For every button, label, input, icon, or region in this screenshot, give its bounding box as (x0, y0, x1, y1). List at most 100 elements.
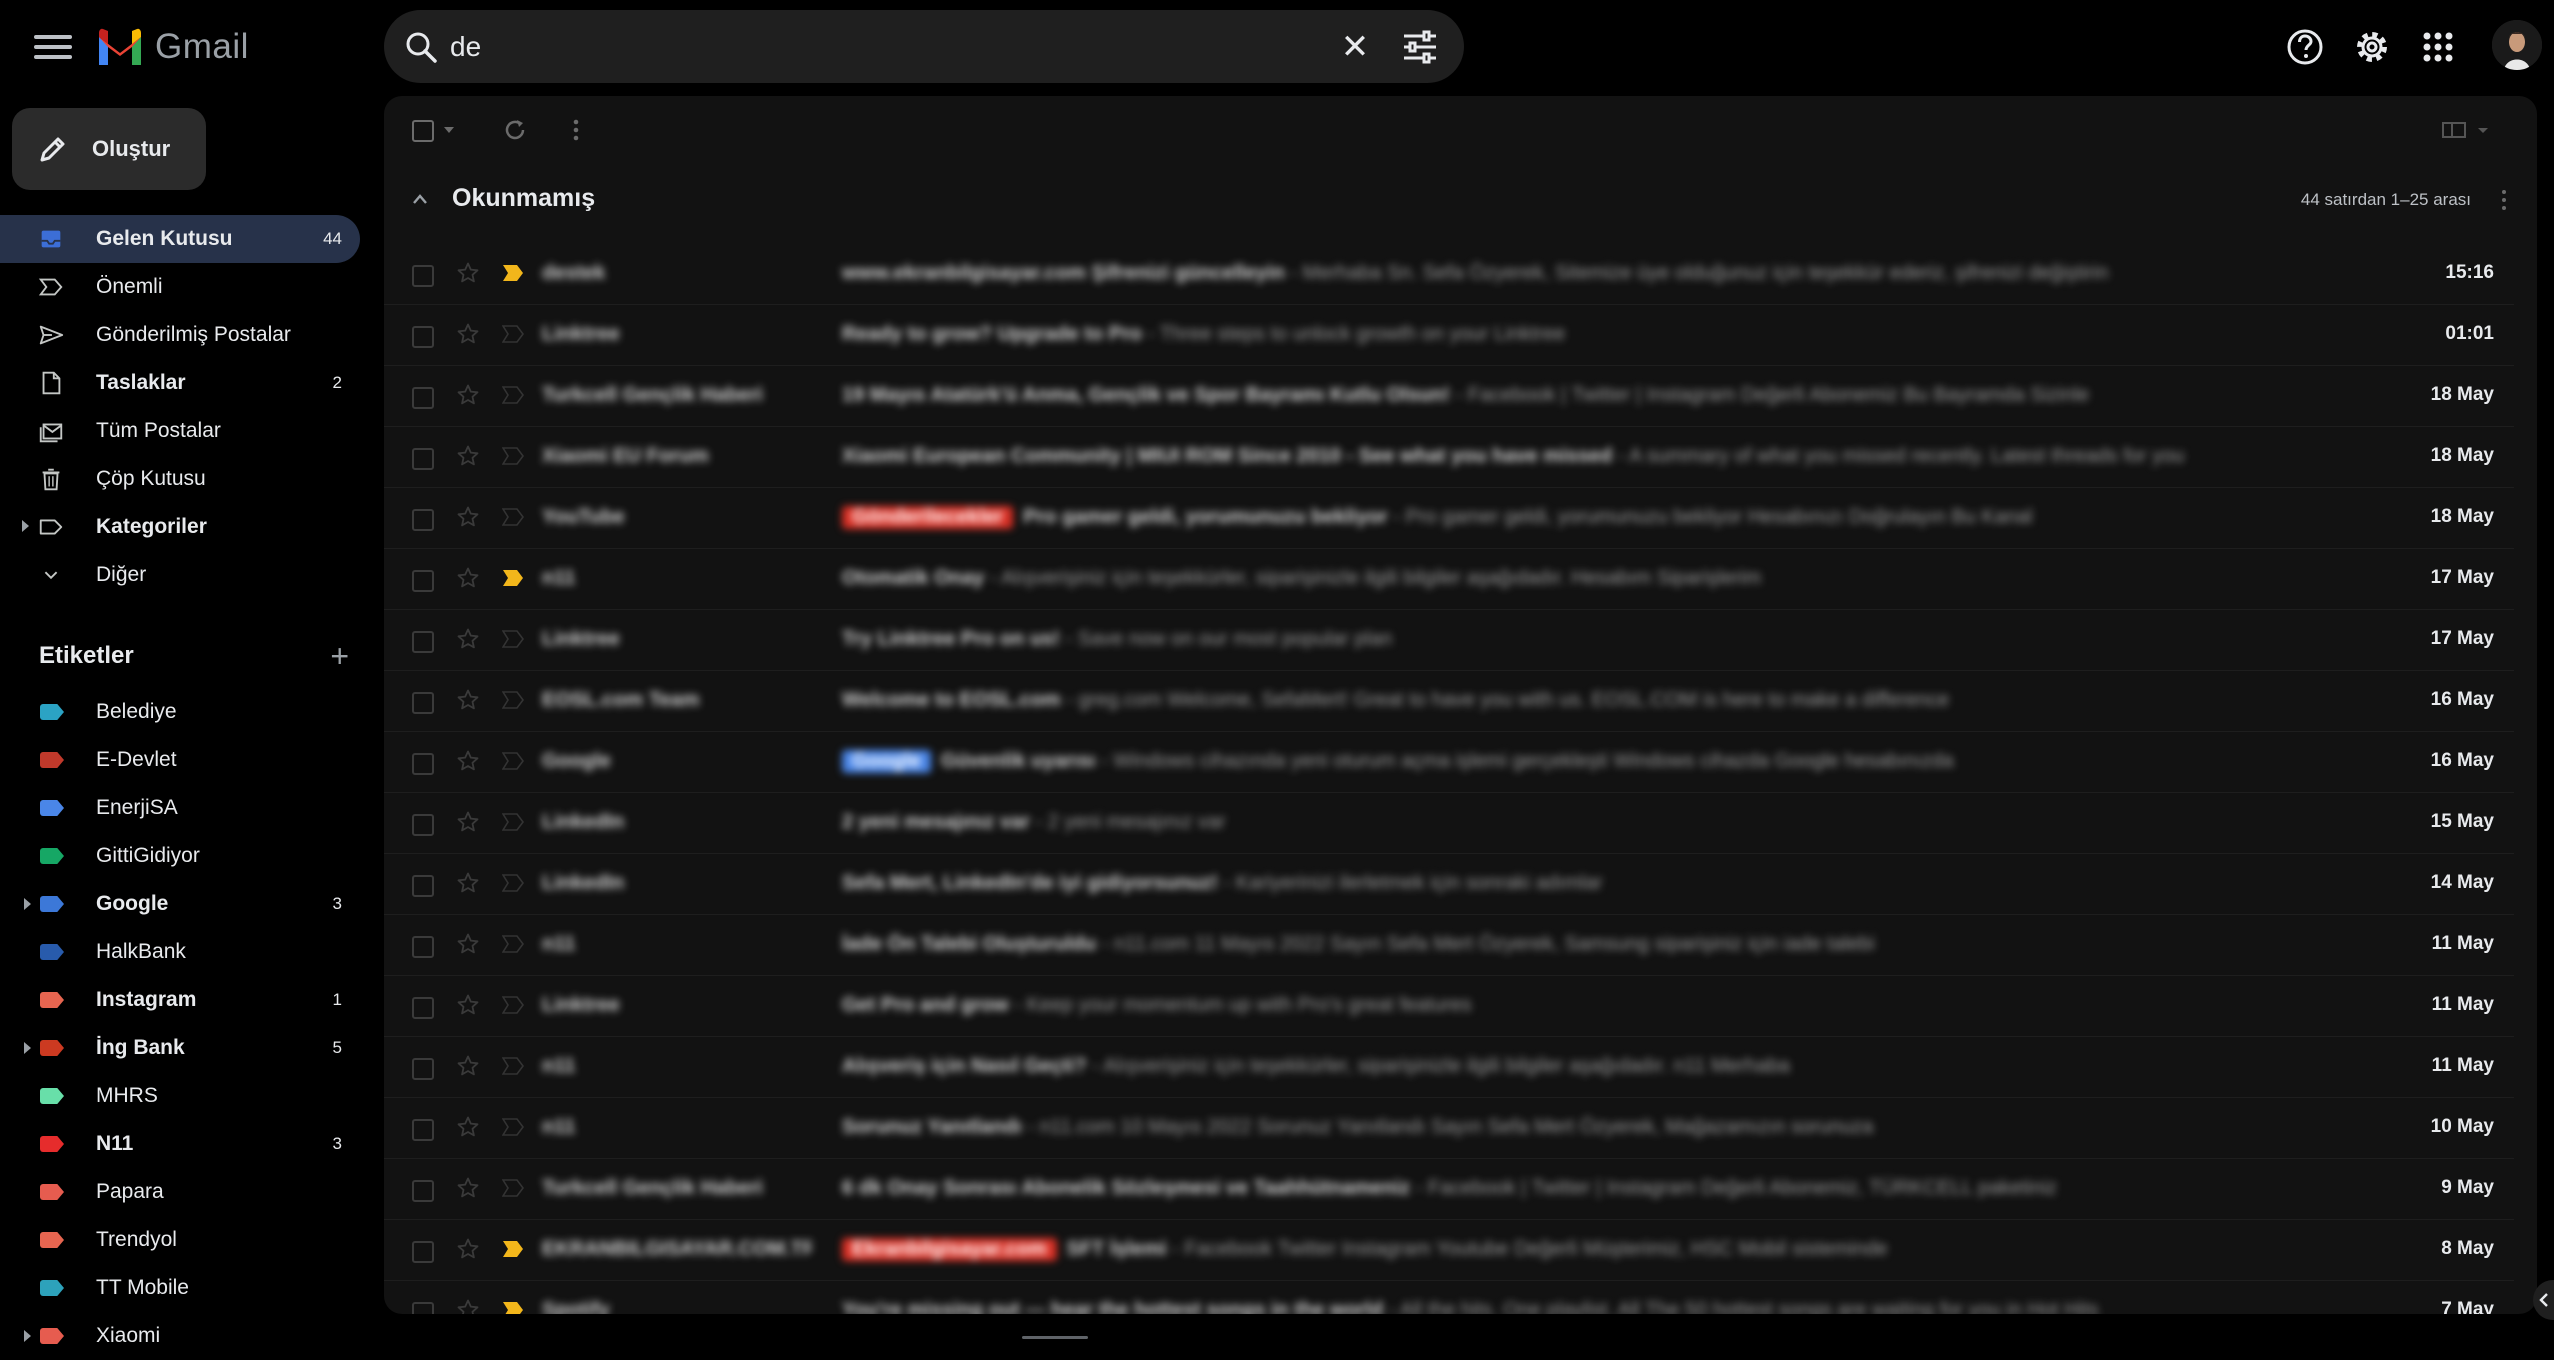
label-item[interactable]: Papara (0, 1168, 360, 1216)
clear-search-icon[interactable]: ✕ (1336, 28, 1374, 66)
help-icon[interactable] (2284, 26, 2326, 68)
star-icon[interactable] (456, 810, 480, 834)
star-icon[interactable] (456, 444, 480, 468)
email-row[interactable]: Linktree Get Pro and grow - Keep your mom… (384, 976, 2514, 1037)
importance-marker-icon[interactable] (502, 1057, 524, 1075)
label-item[interactable]: Google 3 (0, 880, 360, 928)
star-icon[interactable] (456, 1237, 480, 1261)
star-icon[interactable] (456, 688, 480, 712)
label-item[interactable]: MHRS (0, 1072, 360, 1120)
star-icon[interactable] (456, 1298, 480, 1314)
google-apps-icon[interactable] (2417, 26, 2459, 68)
importance-marker-icon[interactable] (502, 264, 524, 282)
label-item[interactable]: EnerjiSA (0, 784, 360, 832)
importance-marker-icon[interactable] (502, 691, 524, 709)
email-row[interactable]: EOSL.com Team Welcome to EOSL.com - greg.… (384, 671, 2514, 732)
email-row[interactable]: LinkedIn 2 yeni mesajınız var - 2 yeni me… (384, 793, 2514, 854)
section-options-icon[interactable] (2499, 188, 2509, 212)
row-checkbox[interactable] (412, 509, 434, 531)
importance-marker-icon[interactable] (502, 752, 524, 770)
email-row[interactable]: n11 Otomatik Onay - Alışverişiniz için te… (384, 549, 2514, 610)
row-checkbox[interactable] (412, 570, 434, 592)
email-row[interactable]: EKRANBILGISAYAR.COM.TR Ekranbilgisayar.co… (384, 1220, 2514, 1281)
label-item[interactable]: Xiaomi (0, 1312, 360, 1360)
row-checkbox[interactable] (412, 326, 434, 348)
star-icon[interactable] (456, 566, 480, 590)
row-checkbox[interactable] (412, 814, 434, 836)
star-icon[interactable] (456, 505, 480, 529)
row-checkbox[interactable] (412, 753, 434, 775)
search-options-icon[interactable] (1402, 30, 1438, 64)
add-label-icon[interactable]: + (330, 638, 349, 675)
star-icon[interactable] (456, 627, 480, 651)
sidebar-item-drafts[interactable]: Taslaklar 2 (0, 359, 360, 407)
row-checkbox[interactable] (412, 1058, 434, 1080)
gmail-logo[interactable]: Gmail (95, 22, 249, 72)
importance-marker-icon[interactable] (502, 569, 524, 587)
importance-marker-icon[interactable] (502, 996, 524, 1014)
expand-caret-icon[interactable] (24, 1330, 31, 1342)
email-row[interactable]: Linktree Try Linktree Pro on us! - Save n… (384, 610, 2514, 671)
sidebar-item-sent[interactable]: Gönderilmiş Postalar (0, 311, 360, 359)
row-checkbox[interactable] (412, 692, 434, 714)
search-icon[interactable] (404, 30, 438, 64)
label-item[interactable]: Trendyol (0, 1216, 360, 1264)
star-icon[interactable] (456, 993, 480, 1017)
search-input[interactable] (448, 24, 1312, 70)
importance-marker-icon[interactable] (502, 630, 524, 648)
row-checkbox[interactable] (412, 1241, 434, 1263)
more-options-icon[interactable] (570, 117, 582, 143)
importance-marker-icon[interactable] (502, 447, 524, 465)
row-checkbox[interactable] (412, 875, 434, 897)
importance-marker-icon[interactable] (502, 1118, 524, 1136)
importance-marker-icon[interactable] (502, 386, 524, 404)
label-item[interactable]: İng Bank 5 (0, 1024, 360, 1072)
importance-marker-icon[interactable] (502, 325, 524, 343)
email-row[interactable]: destek www.ekranbilgisayar.com Şifrenizi … (384, 244, 2514, 305)
star-icon[interactable] (456, 322, 480, 346)
label-item[interactable]: TT Mobile (0, 1264, 360, 1312)
email-row[interactable]: LinkedIn Sefa Mert, LinkedIn'de iyi gidiy… (384, 854, 2514, 915)
email-row[interactable]: Turkcell Gençlik Haberi 19 Mayıs Atatürk'… (384, 366, 2514, 427)
row-checkbox[interactable] (412, 265, 434, 287)
email-row[interactable]: n11 Sorunuz Yanıtlandı - n11.com 10 Mayıs… (384, 1098, 2514, 1159)
settings-gear-icon[interactable] (2351, 26, 2393, 68)
importance-marker-icon[interactable] (502, 1301, 524, 1314)
row-checkbox[interactable] (412, 936, 434, 958)
label-item[interactable]: N11 3 (0, 1120, 360, 1168)
star-icon[interactable] (456, 1115, 480, 1139)
row-checkbox[interactable] (412, 1180, 434, 1202)
row-checkbox[interactable] (412, 1119, 434, 1141)
email-row[interactable]: n11 İade Ön Talebi Oluşturuldu - n11.com … (384, 915, 2514, 976)
row-checkbox[interactable] (412, 997, 434, 1019)
row-checkbox[interactable] (412, 1302, 434, 1314)
split-pane-toggle-icon[interactable] (2442, 120, 2492, 140)
importance-marker-icon[interactable] (502, 874, 524, 892)
star-icon[interactable] (456, 749, 480, 773)
email-row[interactable]: Spotify You're missing out — hear the hot… (384, 1281, 2514, 1314)
side-panel-toggle[interactable] (2533, 1280, 2554, 1320)
importance-marker-icon[interactable] (502, 1179, 524, 1197)
main-menu-icon[interactable] (30, 29, 76, 65)
expand-caret-icon[interactable] (24, 1042, 31, 1054)
sidebar-item-inbox[interactable]: Gelen Kutusu 44 (0, 215, 360, 263)
sidebar-item-categories[interactable]: Kategoriler (0, 503, 360, 551)
sidebar-item-all[interactable]: Tüm Postalar (0, 407, 360, 455)
importance-marker-icon[interactable] (502, 508, 524, 526)
email-row[interactable]: Xiaomi EU Forum Xiaomi European Community… (384, 427, 2514, 488)
email-row[interactable]: Google Google Güvenlik uyarısı - Windows c… (384, 732, 2514, 793)
email-row[interactable]: YouTube Gönderilecekler Pro gamer geldi, y… (384, 488, 2514, 549)
star-icon[interactable] (456, 1176, 480, 1200)
star-icon[interactable] (456, 932, 480, 956)
expand-caret-icon[interactable] (24, 898, 31, 910)
label-item[interactable]: GittiGidiyor (0, 832, 360, 880)
importance-marker-icon[interactable] (502, 935, 524, 953)
expand-caret-icon[interactable] (22, 520, 29, 532)
select-dropdown-icon[interactable] (444, 127, 454, 133)
row-checkbox[interactable] (412, 631, 434, 653)
account-avatar[interactable] (2492, 20, 2542, 70)
label-item[interactable]: Instagram 1 (0, 976, 360, 1024)
email-row[interactable]: n11 Alışveriş için Nasıl Geçti? - Alışver… (384, 1037, 2514, 1098)
star-icon[interactable] (456, 383, 480, 407)
compose-button[interactable]: Oluştur (12, 108, 206, 190)
